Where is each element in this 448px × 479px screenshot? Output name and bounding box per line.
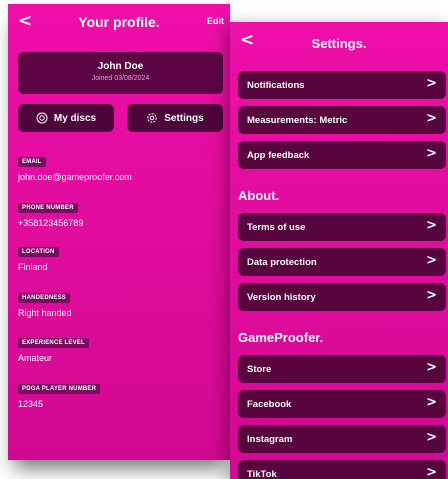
field-label: LOCATION xyxy=(18,247,59,257)
edit-button[interactable]: Edit xyxy=(207,16,224,26)
field-value: Amateur xyxy=(18,353,53,363)
field-value: 12345 xyxy=(18,399,44,409)
settings-item-tiktok[interactable]: TikTok > xyxy=(238,460,446,479)
location-field: LOCATION Finland xyxy=(18,240,59,272)
chevron-right-icon: > xyxy=(426,395,437,410)
chevron-right-icon: > xyxy=(426,360,437,375)
user-card: John Doe Joined 03/08/2024 xyxy=(18,52,223,94)
settings-item-label: TikTok xyxy=(247,468,277,479)
settings-item-app-feedback[interactable]: App feedback > xyxy=(238,141,446,169)
settings-item-store[interactable]: Store > xyxy=(238,355,446,383)
profile-screen: < Your profile. Edit John Doe Joined 03/… xyxy=(8,4,230,460)
settings-item-label: Facebook xyxy=(247,398,292,410)
field-value: Finland xyxy=(18,262,48,272)
settings-label: Settings xyxy=(164,112,204,124)
email-field: EMAIL john.doe@gameproofer.com xyxy=(18,150,132,182)
field-label: HANDEDNESS xyxy=(18,293,71,303)
chevron-right-icon: > xyxy=(426,430,437,445)
field-label: PHONE NUMBER xyxy=(18,203,78,213)
field-label: EMAIL xyxy=(18,157,46,167)
gear-icon xyxy=(146,112,158,124)
settings-item-label: Version history xyxy=(247,291,316,303)
settings-item-label: Terms of use xyxy=(247,221,306,233)
settings-item-label: App feedback xyxy=(247,149,310,161)
field-label: PDGA PLAYER NUMBER xyxy=(18,384,101,394)
my-discs-label: My discs xyxy=(53,112,97,124)
settings-item-label: Measurements: Metric xyxy=(247,114,348,126)
chevron-right-icon: > xyxy=(426,76,437,91)
pdga-field: PDGA PLAYER NUMBER 12345 xyxy=(18,377,101,409)
joined-date: Joined 03/08/2024 xyxy=(91,75,150,82)
settings-item-notifications[interactable]: Notifications > xyxy=(238,71,446,99)
section-heading-about: About. xyxy=(238,188,280,203)
settings-item-measurements[interactable]: Measurements: Metric > xyxy=(238,106,446,134)
field-label: EXPERIENCE LEVEL xyxy=(18,338,89,348)
settings-item-facebook[interactable]: Facebook > xyxy=(238,390,446,418)
field-value: john.doe@gameproofer.com xyxy=(18,172,132,182)
phone-field: PHONE NUMBER +358123456789 xyxy=(18,196,83,228)
my-discs-button[interactable]: My discs xyxy=(18,104,114,132)
settings-item-instagram[interactable]: Instagram > xyxy=(238,425,446,453)
user-name: John Doe xyxy=(97,61,144,72)
page-title: Settings. xyxy=(311,36,367,51)
field-value: +358123456789 xyxy=(18,218,84,228)
chevron-right-icon: > xyxy=(426,146,437,161)
section-heading-gameproofer: GameProofer. xyxy=(238,330,324,345)
chevron-right-icon: > xyxy=(426,288,437,303)
chevron-right-icon: > xyxy=(426,465,437,479)
experience-field: EXPERIENCE LEVEL Amateur xyxy=(18,331,89,363)
settings-item-label: Notifications xyxy=(247,79,305,91)
chevron-right-icon: > xyxy=(426,253,437,268)
field-value: Right handed xyxy=(18,308,72,318)
settings-screen: < Settings. Notifications > Measurements… xyxy=(230,22,448,479)
settings-item-label: Data protection xyxy=(247,256,317,268)
settings-item-terms[interactable]: Terms of use > xyxy=(238,213,446,241)
settings-button[interactable]: Settings xyxy=(127,104,223,132)
chevron-right-icon: > xyxy=(426,218,437,233)
settings-item-version-history[interactable]: Version history > xyxy=(238,283,446,311)
chevron-right-icon: > xyxy=(426,111,437,126)
disc-icon xyxy=(36,112,48,124)
settings-item-label: Store xyxy=(247,363,272,375)
profile-header: < Your profile. Edit xyxy=(8,4,230,38)
handedness-field: HANDEDNESS Right handed xyxy=(18,286,72,318)
settings-item-label: Instagram xyxy=(247,433,293,445)
page-title: Your profile. xyxy=(78,14,160,30)
settings-item-data-protection[interactable]: Data protection > xyxy=(238,248,446,276)
